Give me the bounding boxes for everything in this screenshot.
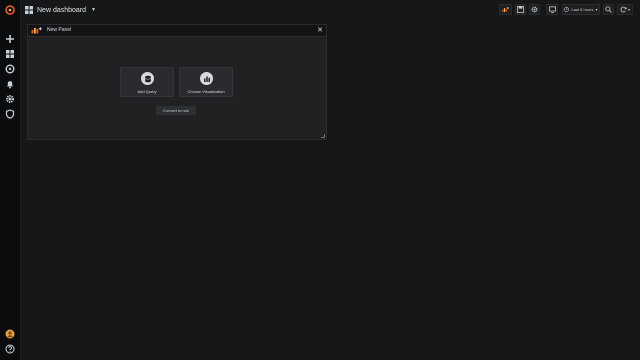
bell-icon[interactable]	[4, 78, 16, 90]
convert-to-row-button[interactable]: Convert to row	[156, 106, 196, 115]
time-picker-button[interactable]: Last 6 hours ▾	[562, 4, 600, 15]
choose-visualization-label: Choose Visualization	[187, 89, 225, 94]
clock-icon	[564, 7, 570, 12]
gear-icon[interactable]	[4, 93, 16, 105]
database-icon	[141, 72, 154, 85]
refresh-button[interactable]: ▾	[617, 4, 633, 15]
tv-monitor-icon	[548, 6, 556, 13]
compass-icon[interactable]	[4, 63, 16, 75]
dashboard-grid-icon	[25, 6, 33, 14]
avatar-icon[interactable]	[4, 328, 16, 340]
tv-mode-button[interactable]	[546, 4, 558, 15]
time-range-label: Last 6 hours	[571, 7, 594, 12]
dashboards-icon[interactable]	[4, 48, 16, 60]
dashboard-picker[interactable]: New dashboard ▼	[25, 4, 96, 16]
zoom-out-button[interactable]	[603, 4, 614, 15]
panel-title: New Panel	[47, 27, 72, 33]
help-icon[interactable]	[4, 343, 16, 355]
save-icon	[517, 6, 524, 13]
panel-resize-handle[interactable]	[321, 134, 325, 138]
new-panel: New Panel ✕ Add Query Choose Visualizati…	[27, 24, 327, 140]
chart-icon	[200, 72, 213, 85]
zoom-out-icon	[605, 6, 612, 13]
plus-icon[interactable]	[4, 33, 16, 45]
add-panel-icon	[502, 6, 509, 13]
grafana-app: New dashboard ▼ Last 6 hours ▾ ▾ New Pan…	[0, 0, 640, 360]
settings-button[interactable]	[529, 4, 540, 15]
chevron-down-icon: ▼	[91, 7, 96, 13]
refresh-icon	[620, 6, 627, 13]
gear-icon	[531, 6, 538, 13]
save-button[interactable]	[515, 4, 526, 15]
top-navbar: New dashboard ▼ Last 6 hours ▾ ▾	[21, 0, 640, 20]
close-icon[interactable]: ✕	[317, 26, 323, 35]
shield-icon[interactable]	[4, 108, 16, 120]
dashboard-title[interactable]: New dashboard	[37, 7, 86, 14]
grafana-logo-icon[interactable]	[4, 4, 16, 16]
chevron-down-icon: ▾	[595, 7, 598, 12]
chevron-down-icon: ▾	[627, 7, 630, 12]
add-panel-icon	[31, 27, 42, 34]
add-query-label: Add Query	[137, 89, 157, 94]
sidebar	[0, 0, 21, 360]
panel-header[interactable]: New Panel ✕	[28, 25, 326, 37]
choose-visualization-button[interactable]: Choose Visualization	[179, 67, 233, 97]
add-query-button[interactable]: Add Query	[120, 67, 174, 97]
add-panel-button[interactable]	[499, 4, 512, 15]
